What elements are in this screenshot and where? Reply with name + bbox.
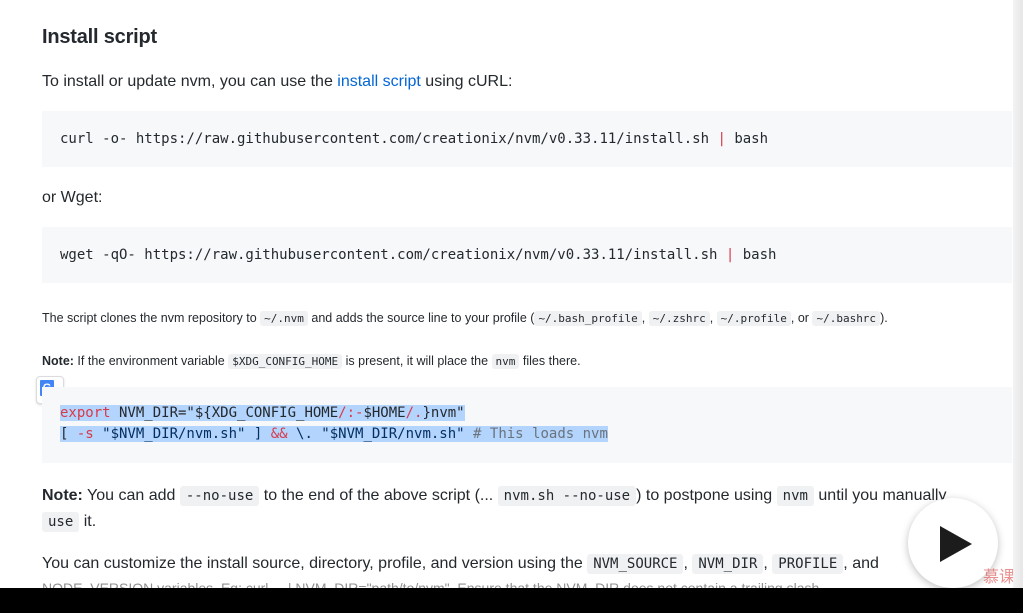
nvm-source-code: NVM_SOURCE	[587, 554, 684, 574]
customize-note: You can customize the install source, di…	[42, 552, 879, 576]
nvm-dir-var-code: NVM_DIR	[692, 554, 764, 574]
nvm-dir-code: ~/.nvm	[260, 311, 308, 326]
curl-command: curl -o- https://raw.githubusercontent.c…	[60, 131, 718, 147]
right-scroll-edge	[1013, 0, 1023, 613]
section-heading: Install script	[42, 26, 158, 48]
nvm-sh-no-use-code: nvm.sh --no-use	[497, 486, 637, 506]
note-label: Note:	[42, 354, 74, 368]
test-open: [	[60, 426, 77, 442]
export-part-c: }nvm"	[422, 405, 465, 421]
intro-text-after: using cURL:	[420, 73, 513, 90]
and-operator: &&	[270, 426, 288, 442]
no-use-text-1: You can add	[82, 487, 180, 504]
curl-bash: bash	[725, 131, 769, 147]
intro-text-before: To install or update nvm, you can use th…	[42, 73, 338, 90]
intro-paragraph: To install or update nvm, you can use th…	[42, 71, 512, 93]
no-use-note-label: Note:	[42, 487, 83, 504]
customize-text-3: ,	[763, 555, 773, 572]
nvm-code: nvm	[491, 354, 520, 369]
xdg-text-3: files there.	[519, 354, 581, 368]
watermark-logo: 慕课	[983, 569, 1016, 586]
no-use-note-line-2: use it.	[42, 509, 96, 535]
test-flag: -s	[76, 426, 94, 442]
profile-var-code: PROFILE	[772, 554, 844, 574]
export-line-1: export NVM_DIR="${XDG_CONFIG_HOME/:-$HOM…	[60, 405, 465, 421]
no-use-flag-code: --no-use	[179, 486, 260, 506]
loads-nvm-comment: # This loads nvm	[473, 426, 608, 442]
xdg-text-2: is present, it will place the	[342, 354, 492, 368]
export-code-block[interactable]: export NVM_DIR="${XDG_CONFIG_HOME/:-$HOM…	[42, 387, 1012, 463]
no-use-text-2: to the end of the above script (...	[259, 487, 498, 504]
no-use-note: Note: You can add --no-use to the end of…	[42, 483, 946, 509]
clone-text-2: and adds the source line to your profile…	[307, 311, 535, 325]
curl-pipe: |	[717, 131, 726, 147]
nvm-inline-code: nvm	[776, 486, 814, 506]
export-op-2: /.	[405, 405, 423, 421]
wget-code-block[interactable]: wget -qO- https://raw.githubusercontent.…	[42, 227, 1012, 283]
no-use-text-3: ) to postpone using	[636, 487, 777, 504]
bashrc-code: ~/.bashrc	[812, 311, 881, 326]
export-part-a: NVM_DIR="${XDG_CONFIG_HOME	[110, 405, 339, 421]
fade-overlay	[0, 578, 1023, 588]
curl-code-block[interactable]: curl -o- https://raw.githubusercontent.c…	[42, 111, 1012, 167]
install-script-link[interactable]: install script	[337, 73, 421, 90]
play-icon	[940, 526, 972, 562]
readme-page: Install script To install or update nvm,…	[0, 0, 1023, 613]
clone-note: The script clones the nvm repository to …	[42, 309, 888, 328]
or-wget-text: or Wget:	[42, 189, 103, 206]
export-op-1: /:-	[338, 405, 364, 421]
video-bottom-bar	[0, 588, 1023, 613]
xdg-text-1: If the environment variable	[73, 354, 229, 368]
export-keyword: export	[60, 405, 111, 421]
xdg-note: Note: If the environment variable $XDG_C…	[42, 352, 581, 371]
customize-text-1: You can customize the install source, di…	[42, 555, 588, 572]
wget-bash: bash	[734, 247, 777, 263]
wget-command: wget -qO- https://raw.githubusercontent.…	[60, 247, 726, 263]
source-cmd: \. "$NVM_DIR/nvm.sh"	[287, 426, 474, 442]
bash-profile-code: ~/.bash_profile	[534, 311, 642, 326]
clone-text-3: ,	[641, 311, 649, 325]
export-part-b: $HOME	[363, 405, 406, 421]
profile-code: ~/.profile	[716, 311, 791, 326]
customize-text-4: , and	[843, 555, 879, 572]
test-path: "$NVM_DIR/nvm.sh" ]	[93, 426, 271, 442]
clone-text-1: The script clones the nvm repository to	[42, 311, 261, 325]
no-use-text-4: until you manually	[813, 487, 947, 504]
clone-text-5: , or	[790, 311, 813, 325]
zshrc-code: ~/.zshrc	[648, 311, 710, 326]
export-line-2: [ -s "$NVM_DIR/nvm.sh" ] && \. "$NVM_DIR…	[60, 426, 608, 442]
use-code: use	[42, 512, 80, 532]
clone-text-4: ,	[709, 311, 717, 325]
clone-text-6: ).	[880, 311, 888, 325]
no-use-text-5: it.	[79, 513, 97, 530]
xdg-config-home-code: $XDG_CONFIG_HOME	[228, 354, 343, 369]
